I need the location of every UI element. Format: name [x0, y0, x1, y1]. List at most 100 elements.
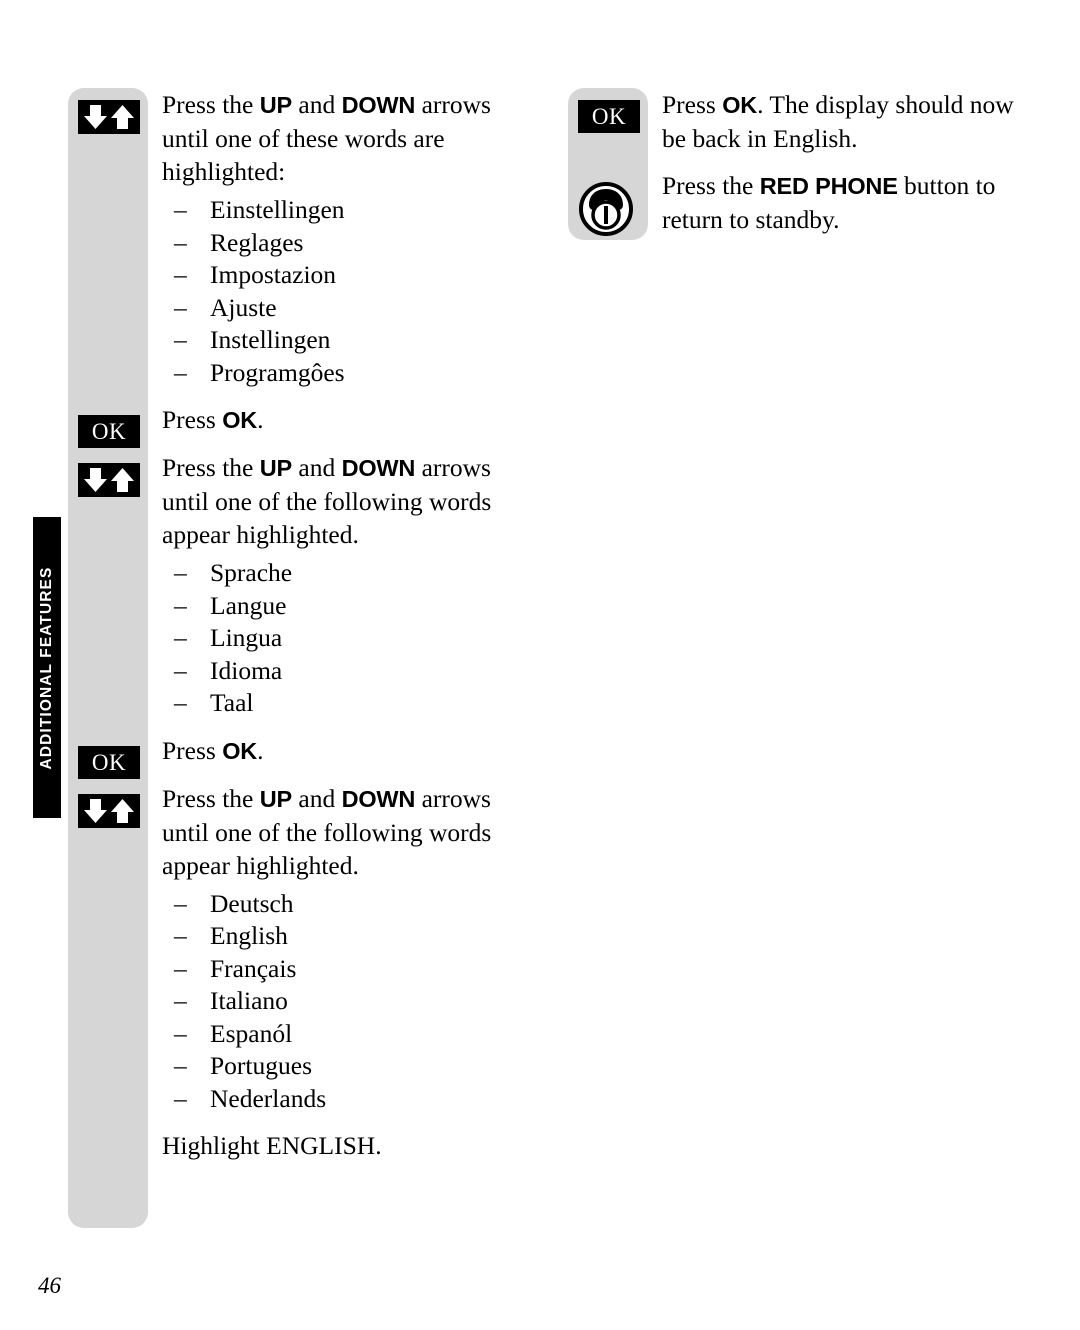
step-body: Press OK. The display should now be back… — [662, 88, 1038, 155]
step-text-run: . — [257, 735, 264, 765]
up-down-arrows-icon[interactable] — [78, 463, 140, 497]
list-item-label: Sprache — [210, 558, 293, 587]
step-body: Press the RED PHONE button to return to … — [662, 169, 1038, 236]
step-icon-slot: OK — [78, 415, 140, 449]
list-item: – Italiano — [174, 985, 534, 1018]
step-icon-slot: OK — [578, 100, 640, 134]
keyword-emphasis: UP — [259, 92, 292, 118]
list-item: – English — [174, 920, 534, 953]
page-number: 46 — [38, 1273, 61, 1298]
dash-bullet-icon: – — [174, 986, 187, 1015]
step-instruction-text: Press OK. The display should now be back… — [662, 88, 1034, 155]
list-item-label: Reglages — [210, 227, 304, 257]
dash-bullet-icon: – — [174, 195, 187, 224]
step-spacer — [68, 1115, 538, 1129]
closing-note-text: Highlight ENGLISH. — [162, 1129, 534, 1162]
ok-button-icon[interactable]: OK — [78, 415, 140, 448]
list-item: – Instellingen — [174, 324, 534, 357]
step-text-run: Press the — [662, 171, 760, 200]
step-body: Press OK. — [162, 734, 538, 768]
step-text-run: and — [292, 453, 342, 482]
list-item-label: Lingua — [210, 623, 283, 652]
instruction-step: Press the UP and DOWN arrows until one o… — [68, 782, 538, 1116]
instruction-step: Press the UP and DOWN arrows until one o… — [68, 88, 538, 389]
list-item-label: Espanól — [210, 1018, 293, 1048]
step-spacer — [568, 155, 1038, 169]
list-item: – Idioma — [174, 655, 534, 688]
dash-bullet-icon: – — [174, 260, 187, 289]
list-item: – Einstellingen — [174, 194, 534, 227]
list-item-label: Nederlands — [210, 1083, 327, 1113]
keyword-emphasis: UP — [259, 785, 292, 812]
step-spacer — [568, 236, 1038, 250]
step-instruction-text: Press OK. — [162, 734, 534, 768]
step-text-run: and — [292, 783, 342, 813]
step-icon-slot — [578, 181, 640, 236]
list-item: – Programgôes — [174, 357, 534, 390]
step-instruction-text: Press the UP and DOWN arrows until one o… — [162, 88, 534, 188]
step-instruction-text: Press the RED PHONE button to return to … — [662, 169, 1034, 236]
side-tab-label: ADDITIONAL FEATURES — [38, 566, 55, 769]
ok-button-icon[interactable]: OK — [578, 100, 640, 133]
keyword-emphasis: DOWN — [341, 785, 416, 812]
list-item-label: Italiano — [210, 986, 288, 1015]
step-text-run: and — [292, 90, 342, 119]
dash-bullet-icon: – — [174, 888, 187, 918]
list-item-label: Einstellingen — [210, 195, 345, 224]
list-item-label: Langue — [210, 590, 287, 620]
dash-bullet-icon: – — [174, 921, 187, 950]
step-spacer — [68, 389, 538, 403]
closing-note-step: Highlight ENGLISH. — [68, 1129, 538, 1162]
keyword-emphasis: OK — [222, 737, 258, 764]
list-item: – Langue — [174, 590, 534, 623]
step-icon-slot: OK — [78, 745, 140, 780]
list-item: – Ajuste — [174, 292, 534, 325]
dash-bullet-icon: – — [174, 357, 187, 387]
list-item: – Espanól — [174, 1018, 534, 1051]
menu-word-list: – Einstellingen – Reglages – Impostazion – Ajus… — [162, 194, 534, 389]
step-text-run: Press — [162, 735, 223, 765]
dash-bullet-icon: – — [174, 325, 187, 354]
red-phone-power-icon[interactable] — [578, 181, 634, 237]
section-side-tab: ADDITIONAL FEATURES — [33, 517, 61, 818]
list-item-label: Instellingen — [210, 325, 331, 354]
list-item: – Taal — [174, 687, 534, 720]
up-down-arrows-icon[interactable] — [78, 100, 140, 134]
step-text-run: Press the — [162, 90, 260, 119]
dash-bullet-icon: – — [174, 292, 187, 322]
menu-word-list: – Deutsch – English – Français – Italiano – Espan… — [162, 888, 534, 1116]
ok-button-icon[interactable]: OK — [78, 745, 140, 779]
dash-bullet-icon: – — [174, 590, 187, 620]
dash-bullet-icon: – — [174, 558, 187, 587]
up-down-arrows-icon[interactable] — [78, 793, 140, 828]
list-item: – Impostazion — [174, 259, 534, 292]
step-instruction-text: Press the UP and DOWN arrows until one o… — [162, 782, 534, 882]
list-item-label: Portugues — [210, 1051, 312, 1080]
step-body: Press OK. — [162, 403, 538, 437]
list-item-label: Impostazion — [210, 260, 337, 289]
instruction-step: OK Press OK. — [68, 734, 538, 779]
dash-bullet-icon: – — [174, 1018, 187, 1048]
keyword-emphasis: RED PHONE — [759, 173, 898, 199]
dash-bullet-icon: – — [174, 227, 187, 257]
step-text-run: Press — [662, 90, 723, 119]
step-instruction-text: Press OK. — [162, 403, 534, 437]
step-icon-slot — [78, 100, 140, 134]
step-body: Press the UP and DOWN arrows until one o… — [162, 88, 538, 389]
step-body: Press the UP and DOWN arrows until one o… — [162, 451, 538, 720]
keyword-emphasis: OK — [222, 407, 258, 433]
instruction-step: Press the UP and DOWN arrows until one o… — [68, 451, 538, 720]
right-column: OK Press OK. The display should now be ba… — [568, 88, 1038, 250]
step-icon-slot — [78, 463, 140, 497]
keyword-emphasis: DOWN — [341, 92, 416, 118]
menu-word-list: – Sprache – Langue – Lingua – Idioma – Taal — [162, 557, 534, 720]
list-item: – Nederlands — [174, 1083, 534, 1116]
step-text-run: Press the — [162, 453, 260, 482]
dash-bullet-icon: – — [174, 655, 187, 685]
list-item: – Sprache — [174, 557, 534, 590]
step-instruction-text: Press the UP and DOWN arrows until one o… — [162, 451, 534, 551]
closing-note-smallcaps: ENGLISH — [266, 1131, 376, 1160]
list-item-label: Deutsch — [210, 888, 294, 918]
keyword-emphasis: UP — [259, 455, 292, 481]
list-item-label: Ajuste — [210, 292, 277, 322]
